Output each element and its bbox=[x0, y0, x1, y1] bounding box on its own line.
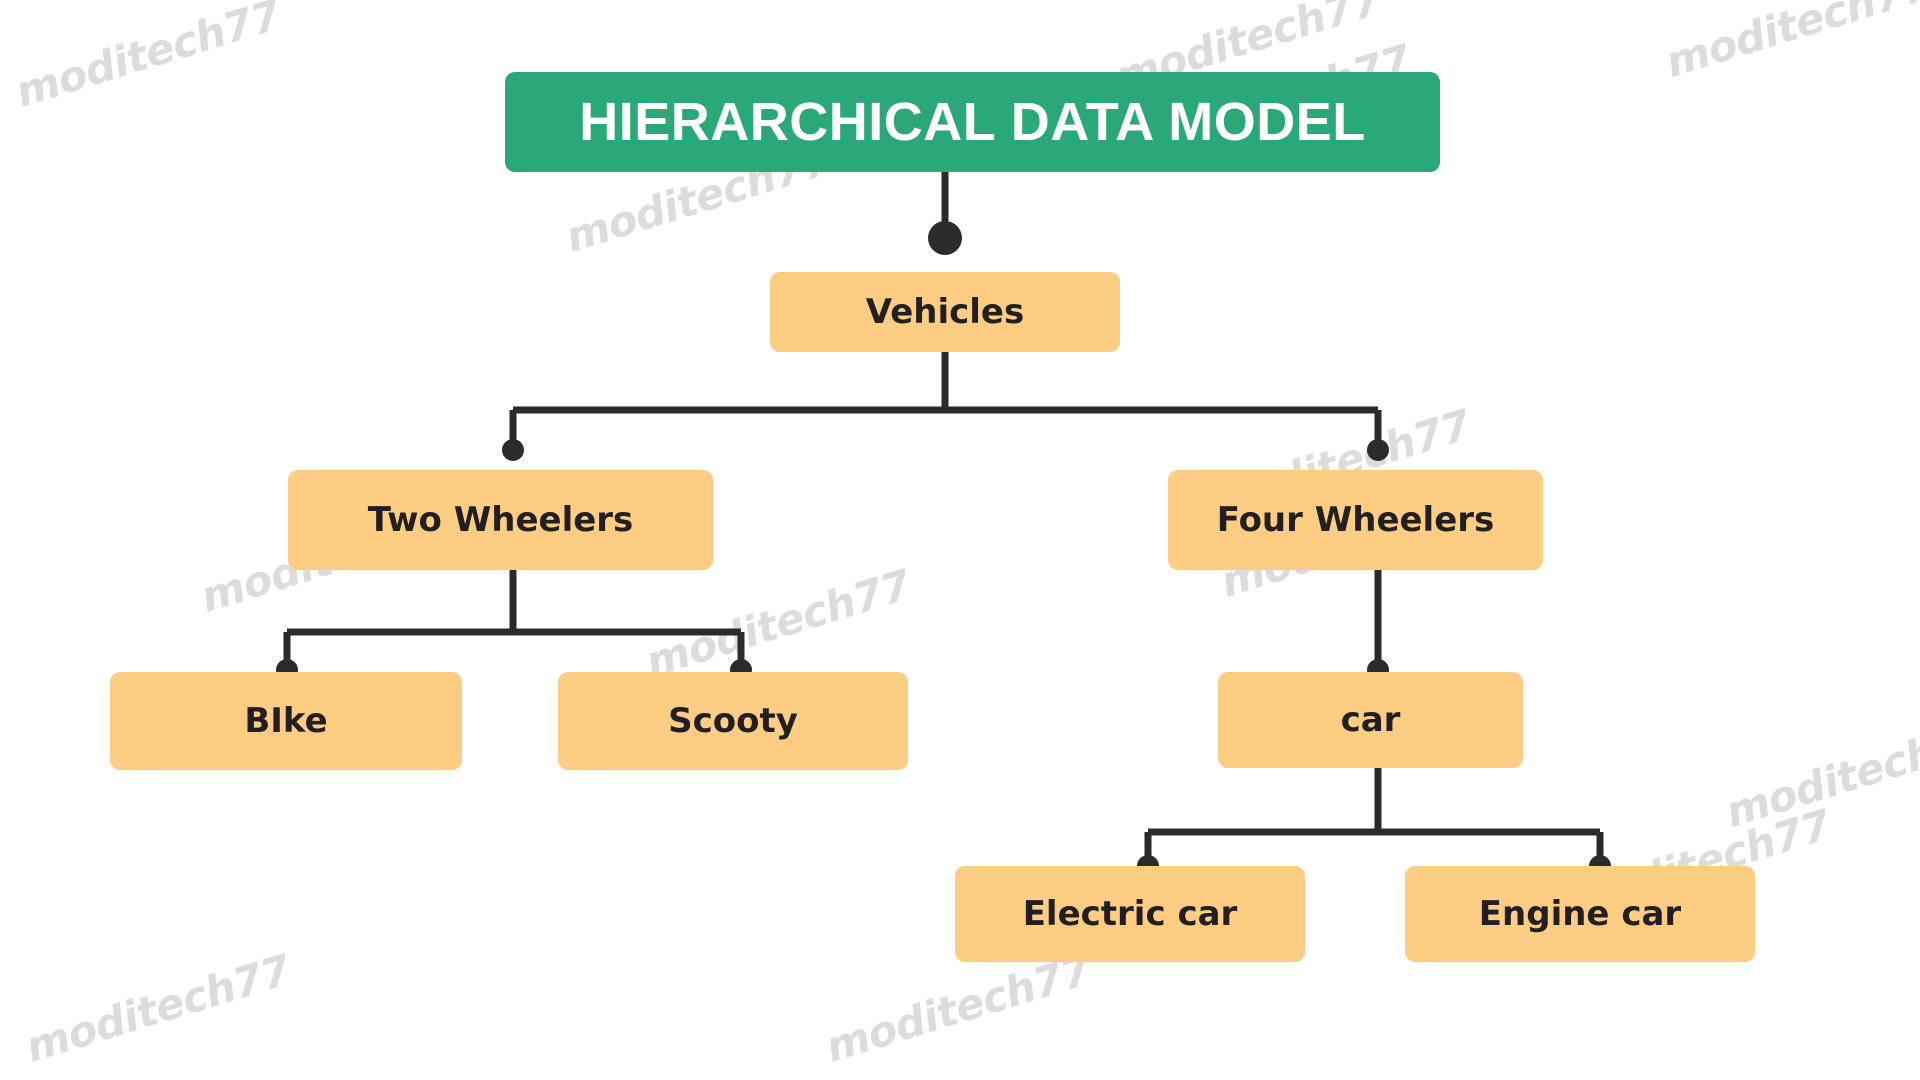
node-scooty-label: Scooty bbox=[668, 701, 798, 741]
node-four-wheelers[interactable]: Four Wheelers bbox=[1168, 470, 1543, 570]
node-vehicles-label: Vehicles bbox=[865, 292, 1025, 332]
diagram-title-node: HIERARCHICAL DATA MODEL bbox=[505, 72, 1440, 172]
node-four-wheelers-label: Four Wheelers bbox=[1216, 500, 1495, 540]
node-two-wheelers-label: Two Wheelers bbox=[367, 500, 634, 540]
node-layer: HIERARCHICAL DATA MODEL Vehicles Two Whe… bbox=[0, 0, 1920, 1080]
diagram-canvas: moditech77 moditech77 moditech77 moditech77… bbox=[0, 0, 1920, 1080]
node-engine-car[interactable]: Engine car bbox=[1405, 866, 1755, 962]
node-electric-car-label: Electric car bbox=[1022, 894, 1238, 934]
node-engine-car-label: Engine car bbox=[1478, 894, 1682, 934]
node-car[interactable]: car bbox=[1218, 672, 1523, 768]
node-bike[interactable]: BIke bbox=[110, 672, 462, 770]
node-bike-label: BIke bbox=[244, 701, 328, 741]
node-vehicles[interactable]: Vehicles bbox=[770, 272, 1120, 352]
node-scooty[interactable]: Scooty bbox=[558, 672, 908, 770]
node-electric-car[interactable]: Electric car bbox=[955, 866, 1305, 962]
diagram-title-label: HIERARCHICAL DATA MODEL bbox=[579, 92, 1366, 152]
node-two-wheelers[interactable]: Two Wheelers bbox=[288, 470, 713, 570]
node-car-label: car bbox=[1340, 700, 1401, 740]
